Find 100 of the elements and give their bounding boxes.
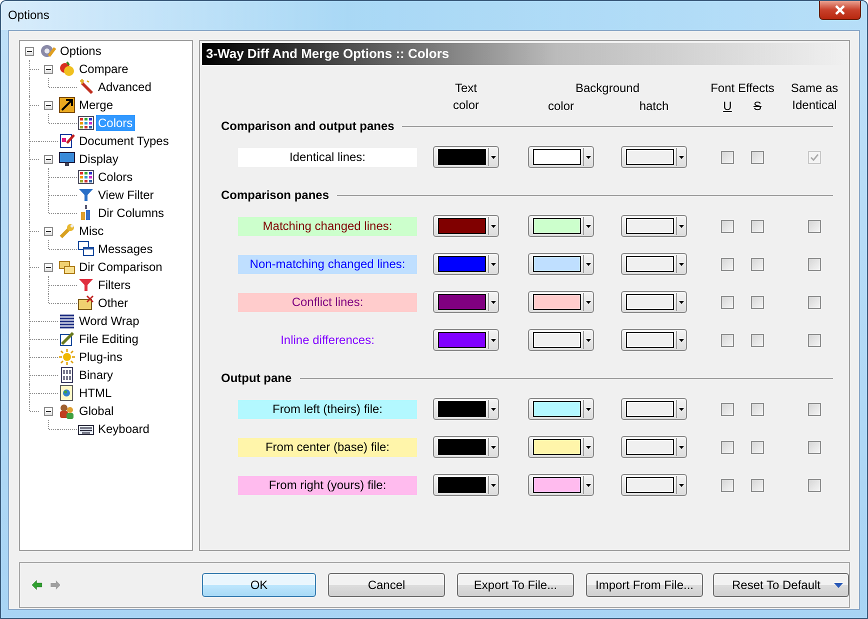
color-sample-label: From right (yours) file: — [238, 476, 417, 494]
checkbox[interactable] — [721, 258, 734, 270]
tree-item[interactable]: Other — [96, 295, 130, 311]
section-title: Comparison panes — [221, 188, 330, 202]
checkbox[interactable] — [721, 440, 734, 454]
back-arrow-icon[interactable] — [32, 578, 42, 592]
tree-item[interactable]: HTML — [77, 385, 114, 401]
checkbox[interactable] — [721, 334, 734, 346]
dialog-button[interactable]: Export To File... — [457, 573, 574, 597]
tree-item[interactable]: Misc — [77, 223, 106, 239]
caret-icon — [679, 338, 684, 342]
tree-item[interactable]: Display — [77, 151, 120, 167]
checkbox[interactable] — [808, 258, 821, 270]
color-dropdown[interactable] — [621, 398, 687, 420]
caret-icon — [491, 262, 496, 266]
dialog-button[interactable]: OK — [202, 573, 316, 597]
tree-item[interactable]: Compare — [77, 61, 130, 77]
checkbox[interactable] — [808, 220, 821, 232]
checkbox[interactable] — [751, 296, 764, 308]
checkbox[interactable] — [808, 402, 821, 416]
color-sample-label: From center (base) file: — [238, 438, 417, 456]
color-dropdown[interactable] — [621, 215, 687, 237]
checkbox[interactable] — [751, 334, 764, 346]
checkbox[interactable] — [721, 478, 734, 492]
grid-icon — [78, 115, 94, 131]
checkbox[interactable] — [808, 296, 821, 308]
caret-icon — [586, 224, 592, 228]
tree-item[interactable]: Merge — [77, 97, 116, 113]
color-dropdown[interactable] — [528, 291, 594, 313]
color-dropdown[interactable] — [433, 329, 499, 351]
color-dropdown[interactable] — [621, 474, 687, 496]
close-button[interactable] — [819, 1, 861, 20]
tree-item[interactable]: Options — [58, 43, 104, 59]
color-dropdown[interactable] — [528, 398, 594, 420]
dialog-button[interactable]: Import From File... — [586, 573, 703, 597]
windows-icon — [78, 241, 94, 257]
checkbox[interactable] — [721, 150, 734, 164]
color-dropdown[interactable] — [433, 436, 499, 458]
color-dropdown[interactable] — [528, 215, 594, 237]
color-dropdown[interactable] — [433, 215, 499, 237]
checkbox[interactable] — [721, 296, 734, 308]
checkbox[interactable] — [751, 478, 764, 492]
checkbox[interactable] — [751, 402, 764, 416]
column-heading: U — [723, 98, 732, 115]
tree-item[interactable]: Advanced — [96, 79, 154, 95]
color-dropdown[interactable] — [621, 253, 687, 275]
collapse-toggle[interactable] — [25, 47, 34, 56]
pen-icon — [59, 331, 75, 347]
checkbox[interactable] — [751, 220, 764, 232]
color-dropdown[interactable] — [433, 146, 499, 168]
caret-icon[interactable] — [834, 583, 843, 588]
tree-item[interactable]: Word Wrap — [77, 313, 142, 329]
gear-icon — [40, 43, 56, 59]
checkbox[interactable] — [751, 150, 764, 164]
checkbox[interactable] — [751, 258, 764, 270]
split-button[interactable]: Reset To Default — [713, 573, 849, 597]
color-dropdown[interactable] — [433, 253, 499, 275]
tree-item[interactable]: Global — [77, 403, 116, 419]
color-dropdown[interactable] — [621, 146, 687, 168]
tree-item[interactable]: Filters — [96, 277, 133, 293]
color-dropdown[interactable] — [528, 474, 594, 496]
color-dropdown[interactable] — [528, 436, 594, 458]
tree-item[interactable]: Colors — [96, 169, 135, 185]
caret-icon — [679, 408, 684, 410]
caret-icon — [491, 446, 496, 448]
tree-item[interactable]: Document Types — [77, 133, 171, 149]
collapse-toggle[interactable] — [44, 155, 53, 164]
color-dropdown[interactable] — [433, 474, 499, 496]
collapse-toggle[interactable] — [44, 65, 53, 74]
tree-item[interactable]: File Editing — [77, 331, 140, 347]
tree-item[interactable]: View Filter — [96, 187, 156, 203]
color-dropdown[interactable] — [528, 253, 594, 275]
dialog-button[interactable]: Cancel — [328, 573, 445, 597]
color-dropdown[interactable] — [528, 329, 594, 351]
checkbox[interactable] — [751, 440, 764, 454]
tree-item[interactable]: Dir Columns — [96, 205, 166, 221]
grid-icon — [78, 169, 94, 185]
checkbox[interactable] — [808, 478, 821, 492]
color-dropdown[interactable] — [621, 291, 687, 313]
color-dropdown[interactable] — [621, 436, 687, 458]
color-dropdown[interactable] — [528, 146, 594, 168]
checkbox[interactable] — [808, 334, 821, 346]
checkbox[interactable] — [721, 402, 734, 416]
color-sample-label: Matching changed lines: — [238, 216, 417, 236]
collapse-toggle[interactable] — [44, 263, 53, 272]
tree-item[interactable]: Keyboard — [96, 421, 152, 437]
color-dropdown[interactable] — [433, 398, 499, 420]
checkbox[interactable] — [808, 440, 821, 454]
color-dropdown[interactable] — [621, 329, 687, 351]
color-dropdown[interactable] — [433, 291, 499, 313]
tree-item[interactable]: Dir Comparison — [77, 259, 164, 275]
collapse-toggle[interactable] — [44, 407, 53, 416]
collapse-toggle[interactable] — [44, 101, 53, 110]
caret-icon — [491, 408, 496, 410]
checkbox[interactable] — [721, 220, 734, 232]
column-heading: S — [753, 98, 762, 115]
tree-item[interactable]: Binary — [77, 367, 116, 383]
tree-item[interactable]: Messages — [96, 241, 155, 257]
collapse-toggle[interactable] — [44, 227, 53, 236]
tree-item[interactable]: Plug-ins — [77, 349, 124, 365]
